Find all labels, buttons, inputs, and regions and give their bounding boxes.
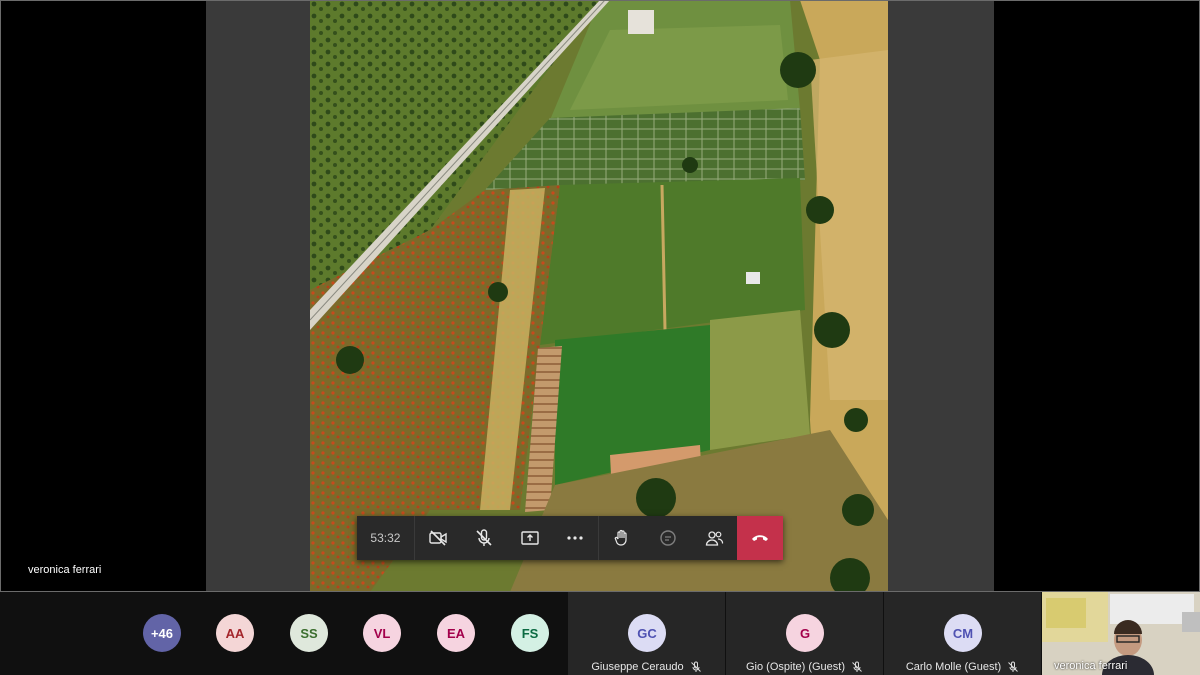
participant-tile-gc[interactable]: GC Giuseppe Ceraudo <box>568 592 725 675</box>
participant-avatar-fs[interactable]: FS <box>511 614 549 652</box>
more-participants-count: +46 <box>150 625 174 641</box>
more-participants-button[interactable]: +46 <box>143 614 181 652</box>
mic-muted-icon <box>690 661 701 672</box>
participant-avatar-vl[interactable]: VL <box>363 614 401 652</box>
participants-strip: +46 AA SS VL EA FS GC Giuseppe Ceraudo G… <box>0 592 1200 675</box>
mic-off-icon <box>476 529 492 546</box>
mic-muted-icon <box>1008 661 1019 672</box>
camera-toggle-button[interactable] <box>415 516 461 560</box>
call-controls-bar: 53:32 <box>357 516 783 560</box>
shared-aerial-photo <box>310 0 888 592</box>
aerial-image <box>310 0 888 592</box>
hang-up-button[interactable] <box>737 516 783 560</box>
participant-name: Giuseppe Ceraudo <box>591 661 684 673</box>
participant-name: Gio (Ospite) (Guest) <box>745 661 846 673</box>
participants-icon <box>705 531 724 546</box>
participant-tile-g[interactable]: G Gio (Ospite) (Guest) <box>726 592 883 675</box>
participant-avatar-aa[interactable]: AA <box>216 614 254 652</box>
participants-button[interactable] <box>691 516 737 560</box>
avatar: CM <box>944 614 982 652</box>
more-icon <box>567 536 584 540</box>
avatar-initials: AA <box>225 625 245 641</box>
chat-button[interactable] <box>645 516 691 560</box>
camera-off-icon <box>429 530 447 546</box>
main-stage: veronica ferrari 53:32 <box>0 0 1200 592</box>
self-video-preview[interactable]: veronica ferrari <box>1042 592 1200 675</box>
participant-tile-cm[interactable]: CM Carlo Molle (Guest) <box>884 592 1041 675</box>
share-screen-button[interactable] <box>507 516 553 560</box>
hang-up-icon <box>752 535 769 541</box>
call-timer: 53:32 <box>357 516 415 560</box>
participant-name: Carlo Molle (Guest) <box>905 661 1002 673</box>
presenter-name: veronica ferrari <box>28 564 102 576</box>
avatar-initials: CM <box>952 625 974 641</box>
raise-hand-button[interactable] <box>599 516 645 560</box>
share-screen-icon <box>520 531 539 545</box>
more-options-button[interactable] <box>553 516 599 560</box>
avatar-initials: SS <box>300 625 318 641</box>
mic-toggle-button[interactable] <box>461 516 507 560</box>
self-view-name: veronica ferrari <box>1054 660 1128 672</box>
avatar: G <box>786 614 824 652</box>
chat-icon <box>660 530 676 546</box>
avatar-initials: EA <box>446 625 466 641</box>
avatar-initials: GC <box>637 625 657 641</box>
avatar-initials: FS <box>521 625 539 641</box>
avatar: GC <box>628 614 666 652</box>
avatar-initials: VL <box>373 625 391 641</box>
avatar-initials: G <box>799 625 811 641</box>
participant-avatar-ea[interactable]: EA <box>437 614 475 652</box>
participant-avatar-ss[interactable]: SS <box>290 614 328 652</box>
mic-muted-icon <box>852 661 862 672</box>
raise-hand-icon <box>615 529 627 546</box>
